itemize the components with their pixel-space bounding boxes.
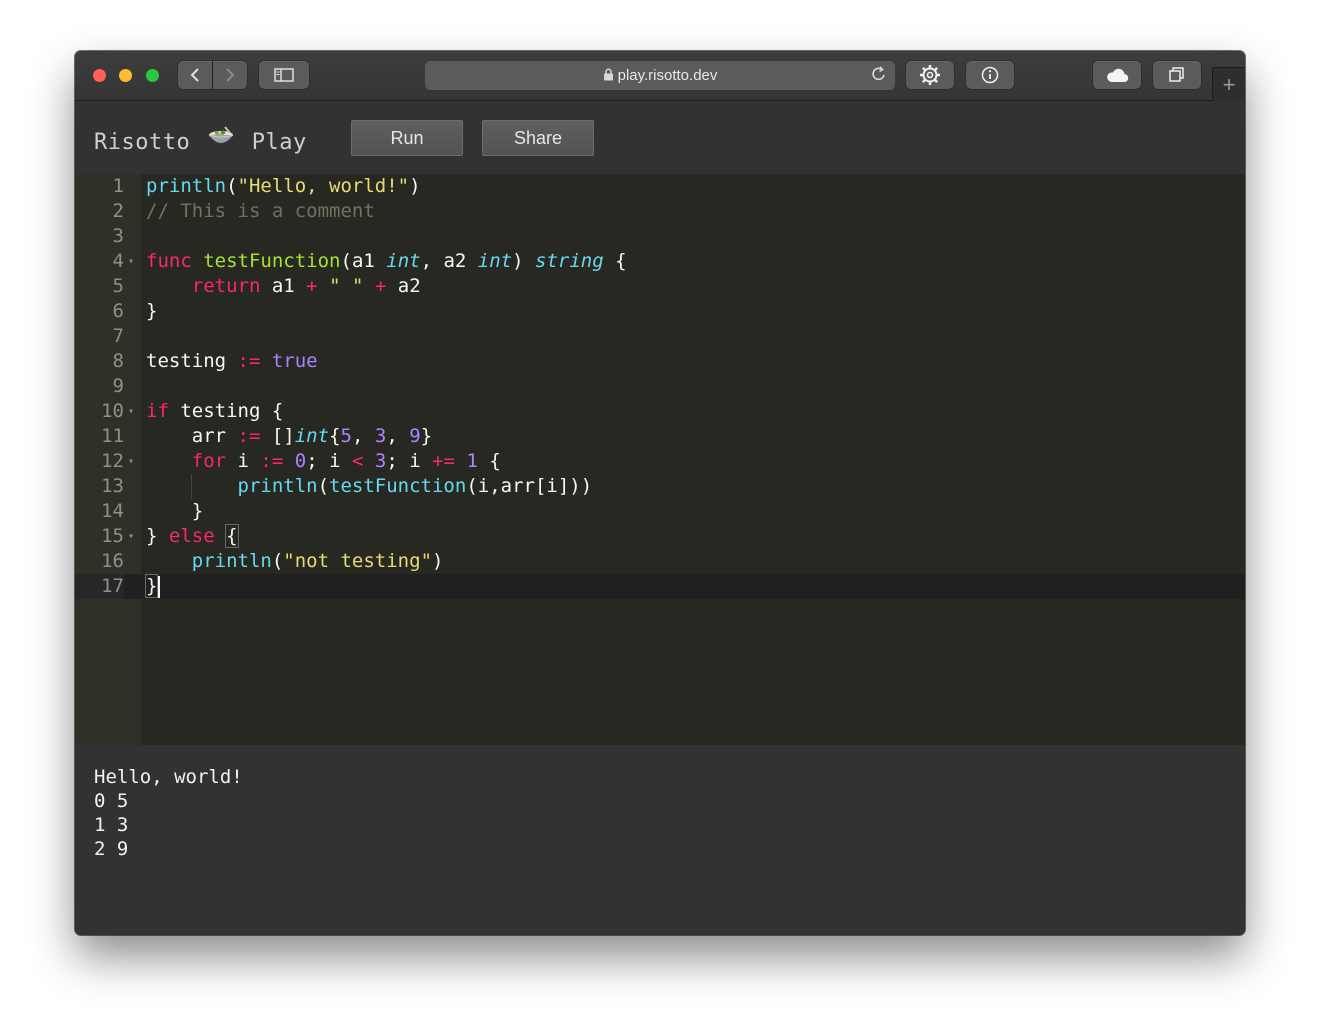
line-number: 14: [101, 500, 124, 522]
text-cursor: [158, 575, 161, 598]
code-text: func testFunction(a1 int, a2 int) string…: [146, 250, 627, 272]
risotto-bowl-icon: [204, 125, 238, 155]
code-line: 2 // This is a comment: [75, 199, 1245, 224]
line-number: 2: [112, 200, 124, 222]
code-line: 3: [75, 224, 1245, 249]
output-line: 2 9: [94, 838, 129, 860]
line-number: 5: [112, 275, 124, 297]
info-button[interactable]: [966, 61, 1014, 89]
code-line: 9: [75, 374, 1245, 399]
active-code-line: 17 }: [75, 574, 1245, 599]
tab-overview-button[interactable]: [1153, 61, 1201, 89]
line-number: 6: [112, 300, 124, 322]
line-number: 11: [101, 425, 124, 447]
code-line: 5 return a1 + " " + a2: [75, 274, 1245, 299]
output-line: Hello, world!: [94, 766, 243, 788]
code-line: 8 testing := true: [75, 349, 1245, 374]
line-number: 8: [112, 350, 124, 372]
line-number: 1: [112, 175, 124, 197]
line-number: 4: [112, 250, 124, 272]
line-number: 10: [101, 400, 124, 422]
code-line: 1 println("Hello, world!"): [75, 174, 1245, 199]
cloud-icon: [1107, 68, 1129, 83]
app-header: Risotto Play Run Share: [75, 101, 1245, 174]
code-text: println("Hello, world!"): [146, 175, 421, 197]
code-line: 16 println("not testing"): [75, 549, 1245, 574]
forward-button[interactable]: [213, 61, 247, 89]
code-text: }: [146, 300, 158, 322]
minimize-window-button[interactable]: [119, 69, 132, 82]
share-button[interactable]: Share: [482, 120, 594, 156]
fold-toggle-icon[interactable]: ▾: [128, 399, 134, 424]
line-number: 13: [101, 475, 124, 497]
run-button[interactable]: Run: [351, 120, 463, 156]
sidebar-button[interactable]: [259, 61, 309, 89]
code-text: for i := 0; i < 3; i += 1 {: [191, 450, 501, 472]
zoom-window-button[interactable]: [146, 69, 159, 82]
line-number: 16: [101, 550, 124, 572]
output-line: 0 5: [94, 790, 129, 812]
line-number: 17: [75, 574, 124, 599]
fold-toggle-icon[interactable]: ▾: [128, 449, 134, 474]
line-number: 9: [112, 375, 124, 397]
url-text: play.risotto.dev: [617, 67, 718, 84]
code-line: 7: [75, 324, 1245, 349]
fold-toggle-icon[interactable]: ▾: [128, 249, 134, 274]
brand-subtitle: Play: [251, 130, 307, 155]
sidebar-icon: [274, 68, 294, 82]
icloud-tabs-button[interactable]: [1093, 61, 1141, 89]
brand-logo: Risotto Play: [94, 125, 307, 155]
output-panel: Hello, world! 0 5 1 3 2 9: [75, 745, 1245, 935]
line-number: 12: [101, 450, 124, 472]
line-number: 7: [112, 325, 124, 347]
line-number: 15: [101, 525, 124, 547]
fold-toggle-icon[interactable]: ▾: [128, 524, 134, 549]
code-line: 11 arr := []int{5, 3, 9}: [75, 424, 1245, 449]
code-line: 10 ▾ if testing {: [75, 399, 1245, 424]
code-text: }: [146, 500, 204, 522]
output-line: 1 3: [94, 814, 129, 836]
indent-guide: [191, 474, 192, 499]
code-editor[interactable]: 1 println("Hello, world!") 2 // This is …: [75, 174, 1245, 745]
navigation-buttons: [178, 61, 248, 89]
settings-button[interactable]: [906, 61, 954, 89]
code-text: arr := []int{5, 3, 9}: [146, 425, 433, 447]
brand-name: Risotto: [94, 130, 191, 155]
code-line: 13 println(testFunction(i,arr[i])): [75, 474, 1245, 499]
code-text: } else {: [146, 524, 239, 548]
info-icon: [981, 66, 999, 84]
code-comment: // This is a comment: [146, 200, 375, 222]
code-text: return a1 + " " + a2: [191, 275, 421, 297]
code-line: 15 ▾ } else {: [75, 524, 1245, 549]
forward-icon: [226, 68, 235, 82]
lock-icon: [603, 68, 614, 84]
reload-icon[interactable]: [871, 65, 887, 88]
browser-window: play.risotto.dev + Risotto Play Run Shar…: [75, 51, 1245, 935]
close-window-button[interactable]: [93, 69, 106, 82]
code-line: 6 }: [75, 299, 1245, 324]
code-text: if testing {: [146, 400, 284, 422]
code-line: 4 ▾ func testFunction(a1 int, a2 int) st…: [75, 249, 1245, 274]
code-text: println("not testing"): [191, 550, 444, 572]
address-bar[interactable]: play.risotto.dev: [425, 61, 895, 90]
code-text: }: [144, 574, 161, 599]
line-number: 3: [112, 225, 124, 247]
title-bar: play.risotto.dev +: [75, 51, 1245, 101]
plus-icon: +: [1222, 71, 1236, 97]
code-text: println(testFunction(i,arr[i])): [237, 475, 593, 497]
code-line: 12 ▾ for i := 0; i < 3; i += 1 {: [75, 449, 1245, 474]
back-button[interactable]: [178, 61, 212, 89]
code-line: 14 }: [75, 499, 1245, 524]
tabs-icon: [1169, 67, 1184, 82]
back-icon: [190, 68, 199, 82]
settings-icon: [920, 65, 940, 85]
new-tab-button[interactable]: +: [1212, 67, 1245, 101]
code-text: testing := true: [146, 350, 318, 372]
